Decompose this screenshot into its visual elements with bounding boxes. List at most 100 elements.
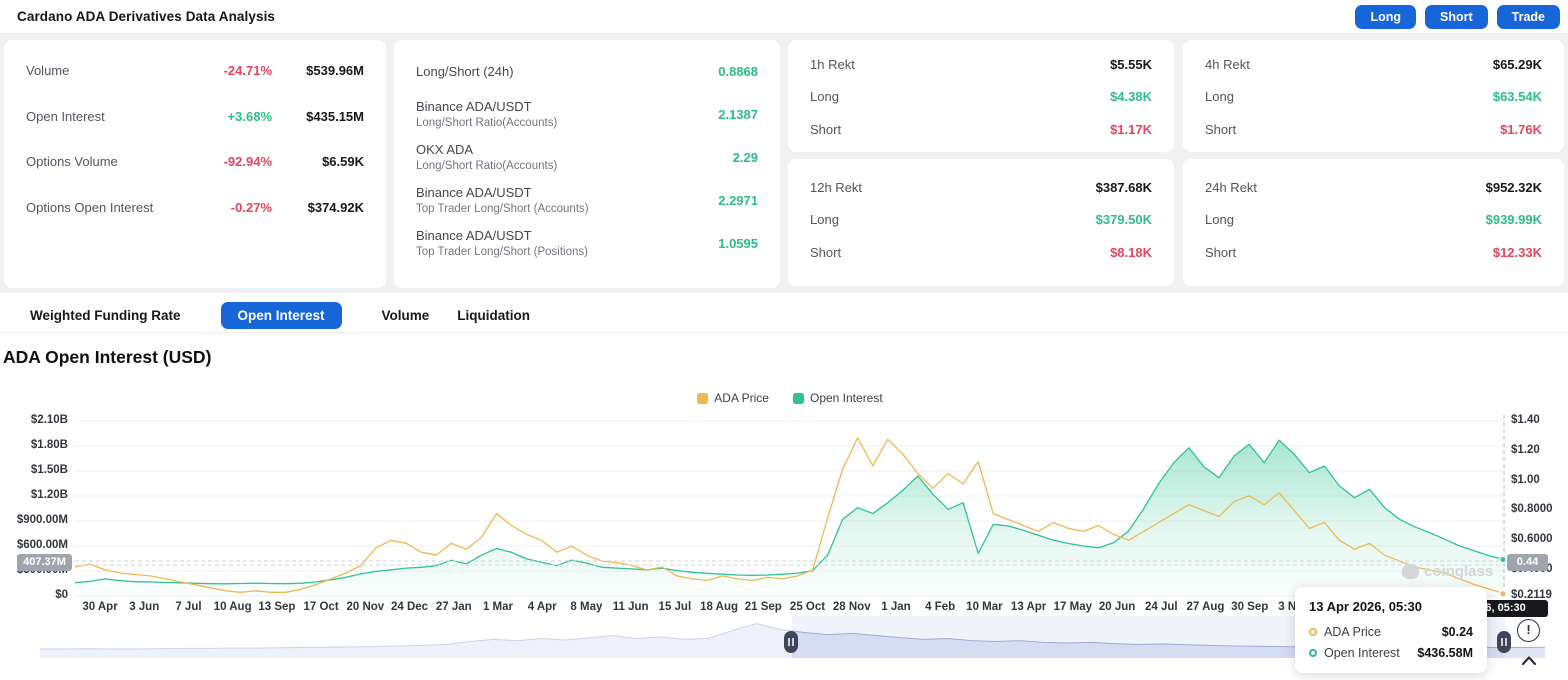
y-axis-right-label: $1.00 [1511,474,1568,487]
stat-label: Open Interest [26,109,180,124]
ratio-label: OKX ADA [416,142,733,157]
ratio-row: Binance ADA/USDT Long/Short Ratio(Account… [416,99,758,129]
stat-row: Options Open Interest-0.27%$374.92K [26,197,364,218]
navigator-unselected-left [40,616,792,658]
ratio-row: OKX ADA Long/Short Ratio(Accounts)2.29 [416,142,758,172]
ratio-sublabel: Long/Short Ratio(Accounts) [416,117,718,129]
chart-tooltip: 13 Apr 2026, 05:30 ADA Price $0.24 Open In… [1295,587,1487,673]
ratio-value: 2.2971 [718,193,758,208]
ratio-label: Long/Short (24h) [416,64,718,79]
rekt-short-value: $1.76K [1500,122,1542,137]
rekt-label: Short [1205,122,1500,137]
y-axis-left-label: $1.20B [0,489,68,502]
rekt-long-value: $939.99K [1486,212,1542,227]
stat-label: Options Volume [26,154,180,169]
y-axis-left-label: $1.80B [0,439,68,452]
range-handle-left[interactable] [784,631,798,653]
ratio-sublabel: Top Trader Long/Short (Positions) [416,246,718,258]
legend-swatch-icon [793,393,804,404]
tab-liquidation[interactable]: Liquidation [443,302,544,329]
stat-value: $435.15M [272,109,364,124]
rekt-long-value: $379.50K [1096,212,1152,227]
tab-open-interest[interactable]: Open Interest [221,302,342,329]
stat-value: $6.59K [272,154,364,169]
tab-volume[interactable]: Volume [368,302,444,329]
y-axis-left-label: $600.00M [0,539,68,552]
rekt-label: Short [810,245,1110,260]
range-handle-right[interactable] [1497,631,1511,653]
rekt-label: 24h Rekt [1205,180,1486,195]
ratio-label: Binance ADA/USDT [416,99,718,114]
rekt-row: Short$1.76K [1205,119,1542,139]
coinglass-watermark: coinglass [1402,563,1493,580]
stat-row: Volume-24.71%$539.96M [26,60,364,81]
rekt-long-value: $4.38K [1110,89,1152,104]
rekt-long-value: $63.54K [1493,89,1542,104]
tooltip-timestamp: 13 Apr 2026, 05:30 [1309,599,1473,614]
tooltip-series-label: ADA Price [1324,625,1381,639]
ratio-value: 0.8868 [718,64,758,79]
tooltip-row: Open Interest$436.58M [1309,646,1473,660]
header-bar: Cardano ADA Derivatives Data Analysis Lo… [0,0,1568,34]
open-interest-chart[interactable] [75,415,1505,597]
ratio-sublabel: Top Trader Long/Short (Accounts) [416,203,718,215]
rekt-row: Long$379.50K [810,210,1152,230]
legend-swatch-icon [697,393,708,404]
page-title: Cardano ADA Derivatives Data Analysis [17,9,275,24]
rekt-total-value: $952.32K [1486,180,1542,195]
rekt-row: Short$1.17K [810,119,1152,139]
rekt-label: Long [1205,89,1493,104]
market-stats-card: Volume-24.71%$539.96M Open Interest+3.68%… [4,40,386,288]
ratio-row: Long/Short (24h)0.8868 [416,56,758,86]
ratio-labels: OKX ADA Long/Short Ratio(Accounts) [416,142,733,172]
tooltip-row: ADA Price $0.24 [1309,625,1473,639]
y-axis-left-label: $0 [0,589,68,602]
stat-percent-change: -0.27% [180,200,272,215]
tab-weighted-funding-rate[interactable]: Weighted Funding Rate [16,302,195,329]
rekt-row: Long$939.99K [1205,210,1542,230]
tooltip-series-value: $0.24 [1442,625,1473,639]
stat-row: Open Interest+3.68%$435.15M [26,106,364,127]
rekt-total-value: $5.55K [1110,57,1152,72]
ratio-labels: Long/Short (24h) [416,64,718,79]
rekt-label: Long [1205,212,1486,227]
header-actions: Long Short Trade [1355,5,1560,29]
stat-label: Options Open Interest [26,200,180,215]
trade-button[interactable]: Trade [1497,5,1560,29]
tooltip-series-label: Open Interest [1324,646,1400,660]
rekt-label: Long [810,212,1096,227]
stat-percent-change: +3.68% [180,109,272,124]
stat-percent-change: -92.94% [180,154,272,169]
rekt-short-value: $8.18K [1110,245,1152,260]
rekt-row: Long$63.54K [1205,87,1542,107]
long-button[interactable]: Long [1355,5,1416,29]
alert-settings-icon[interactable]: ! [1517,619,1540,642]
tooltip-series-dot [1309,649,1317,657]
rekt-card-24h: 24h Rekt$952.32K Long$939.99K Short$12.33K [1183,159,1564,286]
rekt-label: 1h Rekt [810,57,1110,72]
rekt-short-value: $1.17K [1110,122,1152,137]
legend-item-open-interest[interactable]: Open Interest [793,391,883,405]
legend-item-ada-price[interactable]: ADA Price [697,391,769,405]
stat-row: Options Volume-92.94%$6.59K [26,151,364,172]
ratio-sublabel: Long/Short Ratio(Accounts) [416,160,733,172]
ratio-row: Binance ADA/USDTTop Trader Long/Short (A… [416,185,758,215]
y-axis-right-label: $1.20 [1511,444,1568,457]
rekt-row: 4h Rekt$65.29K [1205,54,1542,74]
chevron-up-icon[interactable] [1517,651,1541,671]
rekt-card-4h: 4h Rekt$65.29K Long$63.54K Short$1.76K [1183,40,1564,152]
tooltip-series-dot [1309,628,1317,636]
ada-price-end-dot [1500,591,1505,597]
current-open-interest-badge: 407.37M [17,554,72,571]
rekt-card-1h: 1h Rekt$5.55KLong$4.38KShort$1.17K [788,40,1174,152]
long-short-ratio-card: Long/Short (24h)0.8868 Binance ADA/USDT Lo… [394,40,780,288]
stat-value: $539.96M [272,63,364,78]
ratio-labels: Binance ADA/USDT Top Trader Long/Short (P… [416,228,718,258]
rekt-row: Short$12.33K [1205,242,1542,262]
ratio-value: 2.29 [733,150,758,165]
open-interest-end-dot [1500,556,1505,562]
short-button[interactable]: Short [1425,5,1488,29]
ratio-label: Binance ADA/USDT [416,228,718,243]
rekt-total-value: $387.68K [1096,180,1152,195]
rekt-label: 12h Rekt [810,180,1096,195]
